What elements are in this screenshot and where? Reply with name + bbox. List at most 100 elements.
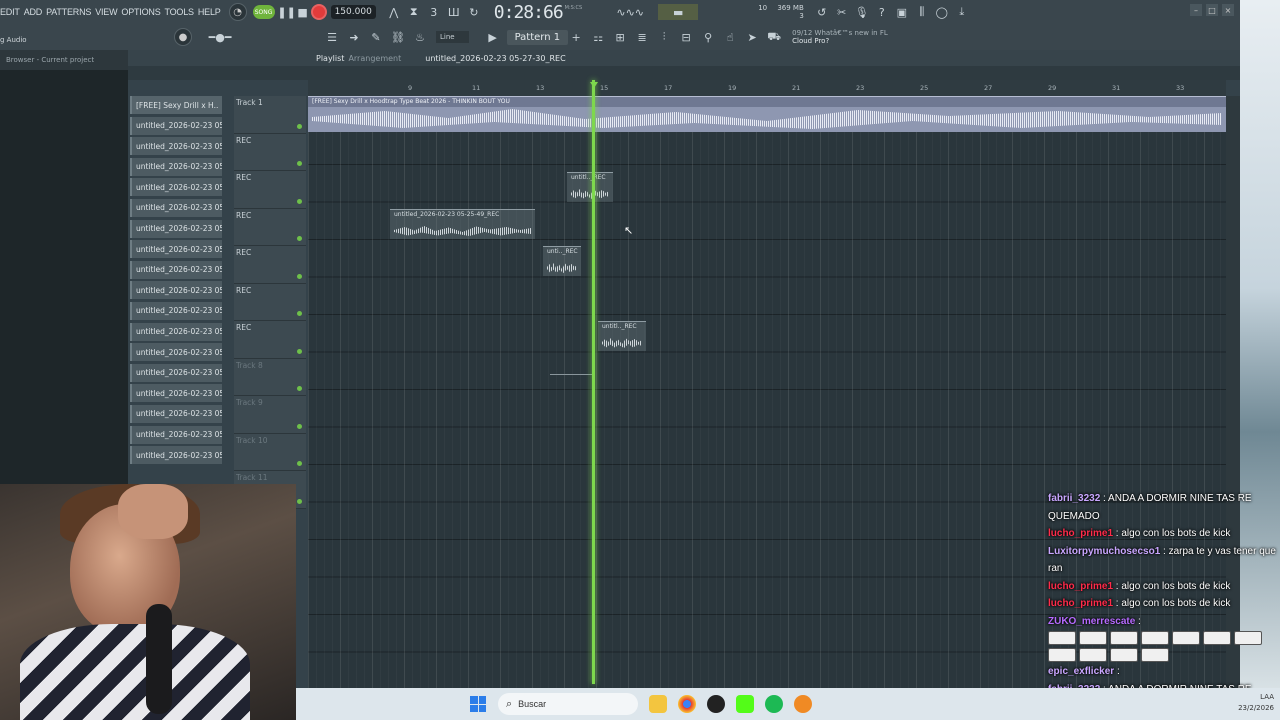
close-icon[interactable]: ×	[1222, 4, 1234, 16]
spotify-icon[interactable]	[765, 695, 783, 713]
pattern-item[interactable]: untitled_2026-02-23 05-..	[130, 198, 222, 217]
menu-tools[interactable]: TOOLS	[165, 7, 195, 17]
menu-add[interactable]: ADD	[24, 7, 43, 17]
track-header[interactable]: Track 10	[234, 433, 306, 471]
chat-icon[interactable]: ◯	[934, 4, 950, 20]
chat-username[interactable]: epic_exflicker	[1048, 666, 1114, 677]
pattern-select[interactable]: Pattern 1	[506, 29, 569, 45]
chat-username[interactable]: ZUKO_merrescate	[1048, 616, 1135, 627]
stop-icon[interactable]: ■	[295, 4, 311, 20]
master-volume-icon[interactable]: ▬	[658, 4, 699, 20]
track-header[interactable]: REC	[234, 246, 306, 284]
menu-view[interactable]: VIEW	[95, 7, 117, 17]
playlist-titlebar[interactable]: Playlist Arrangement untitled_2026-02-23…	[128, 50, 1240, 66]
menu-options[interactable]: OPTIONS	[121, 7, 160, 17]
play-pattern-icon[interactable]: ▶	[485, 29, 501, 45]
pattern-item[interactable]: untitled_2026-02-23 05-..	[130, 281, 222, 300]
pattern-item[interactable]: untitled_2026-02-23 05-..	[130, 363, 222, 382]
download-icon[interactable]: ⤓	[954, 4, 970, 20]
track-header[interactable]: Track 8	[234, 358, 306, 396]
track-mute-led[interactable]	[297, 386, 302, 391]
save-icon[interactable]: ▣	[894, 4, 910, 20]
pencil-icon[interactable]: ✎	[368, 29, 384, 45]
pattern-item[interactable]: untitled_2026-02-23 05-..	[130, 137, 222, 156]
minimize-icon[interactable]: –	[1190, 4, 1202, 16]
track-mute-led[interactable]	[297, 423, 302, 429]
browser-header[interactable]: Browser - Current project	[0, 50, 128, 70]
mixer-view-icon[interactable]: ⫶	[656, 29, 672, 45]
chat-username[interactable]: lucho_prime1	[1048, 528, 1113, 539]
audio-clip[interactable]: untitled_2026-02-23 05-25-49_REC	[390, 209, 535, 239]
add-pattern-icon[interactable]: +	[568, 29, 584, 45]
stamp-icon[interactable]: ♨	[412, 29, 428, 45]
master-volume-slider[interactable]: ━●━	[200, 29, 240, 45]
audio-clip-main[interactable]: [FREE] Sexy Drill x Hoodtrap Type Beat 2…	[308, 96, 1226, 132]
track-header[interactable]: REC	[234, 283, 306, 321]
pattern-item[interactable]: untitled_2026-02-23 05-..	[130, 425, 222, 444]
master-pitch-knob[interactable]: ●	[174, 28, 192, 46]
track-mute-led[interactable]	[297, 273, 302, 279]
maximize-icon[interactable]: □	[1206, 4, 1218, 16]
song-time-display[interactable]: 0:28:66	[494, 2, 564, 23]
track-mute-led[interactable]	[297, 498, 302, 504]
menu-edit[interactable]: EDIT	[0, 7, 20, 17]
audio-clip[interactable]: untitl.._REC	[567, 172, 613, 202]
track-header[interactable]: Track 9	[234, 396, 306, 434]
pattern-item[interactable]: untitled_2026-02-23 05-..	[130, 322, 222, 341]
track-mute-led[interactable]	[297, 311, 302, 316]
touch-icon[interactable]: ☝	[722, 29, 738, 45]
chat-username[interactable]: lucho_prime1	[1048, 581, 1113, 592]
track-mute-led[interactable]	[297, 236, 302, 241]
tempo-display[interactable]: 150.000	[330, 5, 376, 19]
metronome-icon[interactable]: ⋀	[386, 4, 402, 20]
chrome-icon[interactable]	[678, 695, 696, 713]
pattern-item[interactable]: untitled_2026-02-23 05-..	[130, 384, 222, 403]
obs-icon[interactable]	[707, 695, 725, 713]
kick-icon[interactable]	[736, 695, 754, 713]
windows-start-icon[interactable]	[470, 696, 486, 712]
track-mute-led[interactable]	[297, 161, 302, 166]
pattern-item[interactable]: untitled_2026-02-23 05-..	[130, 116, 222, 135]
system-tray[interactable]: LAA 23/2/2026	[1238, 692, 1274, 714]
loop-record-icon[interactable]: ↻	[466, 4, 482, 20]
track-mute-led[interactable]	[297, 123, 302, 129]
cut-icon[interactable]: ✂	[834, 4, 850, 20]
menu-help[interactable]: HELP	[198, 7, 221, 17]
pattern-item[interactable]: untitled_2026-02-23 05-..	[130, 343, 222, 362]
piano-roll-icon[interactable]: ⊞	[612, 29, 628, 45]
file-explorer-icon[interactable]	[649, 695, 667, 713]
audio-clip[interactable]: unti.._REC	[543, 246, 581, 276]
audio-clip[interactable]: untitl.._REC	[598, 321, 646, 351]
pattern-item[interactable]: untitled_2026-02-23 05-..	[130, 157, 222, 176]
track-mute-led[interactable]	[297, 461, 302, 466]
pattern-item[interactable]: untitled_2026-02-23 05-..	[130, 178, 222, 197]
browser-view-icon[interactable]: ⊟	[678, 29, 694, 45]
fl-studio-icon[interactable]	[794, 695, 812, 713]
track-header[interactable]: REC	[234, 133, 306, 171]
pattern-item[interactable]: untitled_2026-02-23 05-..	[130, 260, 222, 279]
track-header[interactable]: REC	[234, 171, 306, 209]
wait-input-icon[interactable]: ⧗	[406, 4, 422, 20]
link-icon[interactable]: ⛓	[390, 29, 406, 45]
help-icon[interactable]: ?	[874, 4, 890, 20]
pattern-item[interactable]: untitled_2026-02-23 05-..	[130, 301, 222, 320]
pattern-item[interactable]: untitled_2026-02-23 05-..	[130, 219, 222, 238]
pattern-item[interactable]: untitled_2026-02-23 05-..	[130, 404, 222, 423]
news-panel[interactable]: 09/12 Whatâ€™s new in FL Cloud Pro?	[792, 29, 888, 45]
pause-icon[interactable]: ❚❚	[277, 4, 295, 20]
snap-select[interactable]: Line	[436, 31, 469, 43]
taskbar-search[interactable]: ⌕ Buscar	[498, 693, 638, 715]
cart-icon[interactable]: ⛟	[766, 29, 782, 45]
undo-history-icon[interactable]: ↺	[814, 4, 830, 20]
tempo-tap-icon[interactable]: ◔	[228, 3, 247, 21]
chat-username[interactable]: Luxitorpymuchosecso1	[1048, 546, 1160, 557]
track-header[interactable]: REC	[234, 208, 306, 246]
pattern-item[interactable]: untitled_2026-02-23 05-..	[130, 240, 222, 259]
playhead[interactable]	[592, 80, 595, 684]
playlist-view-icon[interactable]: ≣	[634, 29, 650, 45]
chat-username[interactable]: fabrii_3232	[1048, 493, 1100, 504]
track-mute-led[interactable]	[297, 348, 302, 354]
record-button[interactable]	[310, 4, 327, 20]
pattern-item[interactable]: [FREE] Sexy Drill x H..	[130, 96, 222, 114]
track-header[interactable]: REC	[234, 321, 306, 359]
